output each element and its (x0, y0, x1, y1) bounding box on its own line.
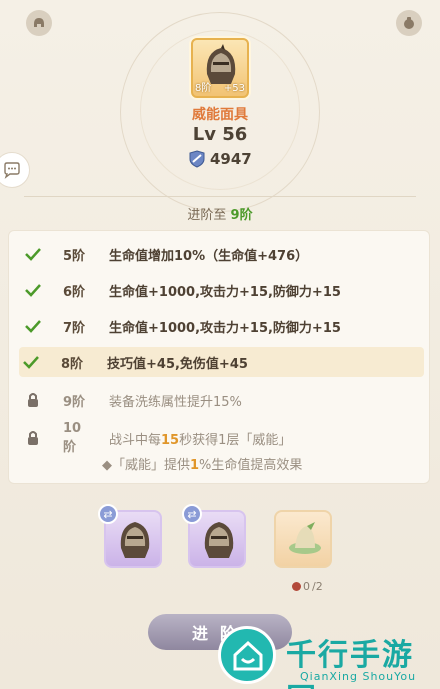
tier-desc: 技巧值+45,免伤值+45 (107, 356, 248, 372)
material-dot-icon (292, 582, 301, 591)
tier-row-9: 9阶 装备洗练属性提升15% (21, 385, 421, 415)
helmet-tab-button[interactable] (26, 10, 52, 36)
tier-label: 7阶 (63, 320, 86, 336)
tier-10-sub-desc: ◆「威能」提供1%生命值提高效果 (102, 454, 302, 473)
power-value: 4947 (210, 150, 252, 168)
equipment-tier: 8阶 (195, 83, 212, 94)
swap-icon[interactable]: ⇄ (98, 504, 118, 524)
tier-desc: 生命值+1000,攻击力+15,防御力+15 (109, 320, 341, 336)
equipment-level: Lv 56 (192, 124, 248, 145)
sub-desc-part: ◆「威能」提供 (102, 458, 190, 473)
tier-label: 10阶 (63, 421, 82, 455)
bag-icon (404, 17, 414, 29)
advance-target-tier: 9阶 (230, 208, 253, 223)
tier-row-10: 10阶 战斗中每15秒获得1层「威能」 (21, 421, 421, 455)
tier-label: 9阶 (63, 394, 86, 410)
tier-row-8-current: 8阶 技巧值+45,免伤值+45 (19, 347, 424, 377)
tier-desc-number: 15 (161, 432, 180, 448)
advance-prefix: 进阶至 (187, 208, 227, 223)
helmet-icon (204, 522, 234, 558)
equipment-name: 威能面具 (192, 107, 248, 123)
lock-icon (21, 429, 45, 447)
advance-title: 进阶至 9阶 (0, 204, 440, 223)
tier-row-6: 6阶 生命值+1000,攻击力+15,防御力+15 (21, 275, 421, 305)
watermark-logo (218, 626, 276, 684)
helmet-icon (34, 18, 44, 27)
watermark: 千行手游网 QianXing ShouYou (214, 620, 440, 689)
tier-row-5: 5阶 生命值增加10%（生命值+476） (21, 239, 421, 269)
tier-desc-part: 战斗中每 (109, 432, 162, 448)
tier-label: 6阶 (63, 284, 86, 300)
tier-row-7: 7阶 生命值+1000,攻击力+15,防御力+15 (21, 311, 421, 341)
material-count: 0/2 (292, 580, 323, 593)
chat-icon (4, 162, 20, 179)
bag-tab-button[interactable] (396, 10, 422, 36)
hat-icon (289, 522, 321, 554)
divider (24, 196, 416, 197)
sub-desc-part: %生命值提高效果 (199, 458, 303, 473)
check-icon (21, 245, 45, 263)
material-need: /2 (312, 580, 323, 593)
watermark-subtitle: QianXing ShouYou (300, 670, 417, 683)
power-row: 4947 (188, 149, 252, 169)
tier-desc: 生命值+1000,攻击力+15,防御力+15 (109, 284, 341, 300)
check-icon (21, 281, 45, 299)
tier-label: 5阶 (63, 248, 86, 264)
sub-desc-number: 1 (190, 458, 200, 473)
tier-desc-part: 秒获得1层「威能」 (179, 432, 292, 448)
house-icon (233, 640, 263, 671)
material-slot-hat[interactable] (274, 510, 332, 568)
tier-desc: 战斗中每15秒获得1层「威能」 (93, 429, 291, 448)
shield-icon (189, 150, 205, 168)
check-icon (19, 353, 43, 371)
lock-icon (21, 391, 45, 409)
tier-desc: 装备洗练属性提升15% (109, 394, 242, 410)
equipment-icon-card[interactable]: 8阶 +53 (191, 38, 249, 98)
tier-desc: 生命值增加10%（生命值+476） (109, 248, 309, 264)
material-have: 0 (303, 580, 310, 593)
swap-icon[interactable]: ⇄ (182, 504, 202, 524)
equipment-enhance-level: +53 (223, 83, 245, 94)
tier-bonus-list: 5阶 生命值增加10%（生命值+476） 6阶 生命值+1000,攻击力+15,… (8, 230, 430, 484)
helmet-icon (120, 522, 150, 558)
check-icon (21, 317, 45, 335)
tier-label: 8阶 (61, 356, 84, 372)
